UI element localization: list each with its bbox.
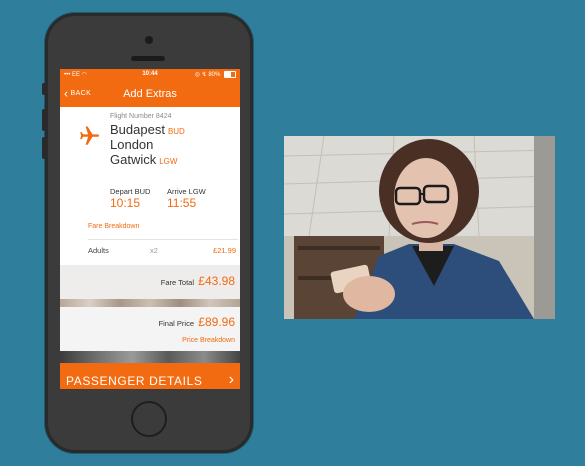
- earpiece-speaker: [131, 56, 165, 61]
- phone-screen: ••• EE ◠ 10:44 ◎ ↯ 80% ‹ BACK Add Extras…: [60, 69, 240, 389]
- divider: [88, 239, 238, 240]
- airplane-icon: [80, 126, 99, 145]
- webcam-feed: [284, 136, 555, 319]
- front-camera: [145, 36, 153, 44]
- volume-up-button: [42, 109, 46, 131]
- status-bar: ••• EE ◠ 10:44 ◎ ↯ 80%: [60, 69, 240, 81]
- home-button[interactable]: [131, 401, 167, 437]
- adults-count: x2: [150, 246, 158, 255]
- webcam-illustration: [284, 136, 555, 319]
- status-right: ◎ ↯ 80%: [195, 71, 236, 78]
- battery-icon: [224, 71, 236, 78]
- flight-number: Flight Number 8424: [110, 113, 172, 120]
- dest-city-line1: London: [110, 137, 154, 152]
- battery-percent: ◎ ↯ 80%: [194, 72, 221, 79]
- fare-total-value: £43.98: [198, 274, 235, 288]
- fare-breakdown-link[interactable]: Fare Breakdown: [88, 223, 139, 230]
- dest-city-row: Gatwick LGW: [110, 153, 177, 169]
- final-price-label: Final Price: [158, 319, 194, 328]
- dest-code: LGW: [159, 157, 178, 166]
- origin-city: Budapest: [110, 122, 165, 137]
- adults-price: £21.99: [213, 246, 236, 255]
- depart-time: 10:15: [110, 196, 141, 210]
- passenger-details-label: PASSENGER DETAILS: [66, 374, 203, 388]
- phone-frame: ••• EE ◠ 10:44 ◎ ↯ 80% ‹ BACK Add Extras…: [42, 13, 253, 453]
- chevron-right-icon: ›: [228, 371, 234, 388]
- origin-code: BUD: [167, 127, 185, 136]
- volume-down-button: [42, 137, 46, 159]
- depart-label: Depart BUD: [110, 187, 151, 196]
- motion-blur-strip: [60, 351, 240, 363]
- adults-label: Adults: [88, 246, 109, 255]
- fare-total-label: Fare Total: [160, 278, 194, 287]
- final-price-value: £89.96: [198, 315, 235, 329]
- arrive-time: 11:55: [167, 196, 197, 210]
- nav-bar: ‹ BACK Add Extras: [60, 81, 240, 107]
- price-breakdown-link[interactable]: Price Breakdown: [182, 337, 235, 344]
- mute-switch: [42, 83, 46, 95]
- page-title: Add Extras: [123, 88, 177, 100]
- passenger-details-button[interactable]: PASSENGER DETAILS ›: [60, 363, 240, 389]
- motion-blur-strip: [60, 299, 240, 307]
- adults-row: Adults x2 £21.99: [88, 246, 236, 255]
- dest-city-line2: Gatwick: [110, 152, 157, 167]
- final-price-row: Final Price £89.96 Price Breakdown: [60, 307, 240, 351]
- arrive-label: Arrive LGW: [167, 187, 206, 196]
- fare-total-row: Fare Total £43.98: [60, 265, 240, 299]
